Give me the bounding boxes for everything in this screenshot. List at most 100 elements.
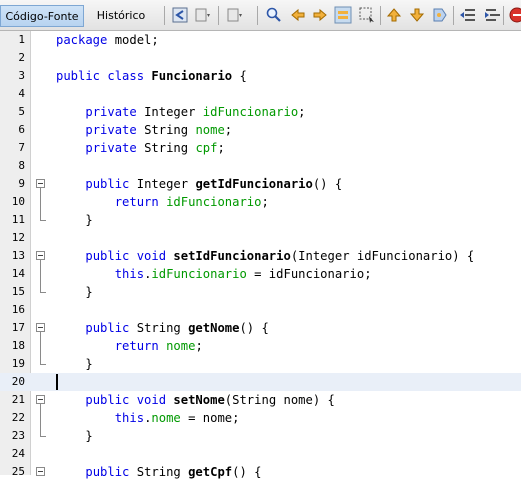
code-line[interactable]: 14 this.idFuncionario = idFuncionario; <box>0 265 521 283</box>
code-token-plain: ; <box>261 195 269 209</box>
code-line[interactable]: 6 private String nome; <box>0 121 521 139</box>
code-line[interactable]: 11 } <box>0 211 521 229</box>
code-token-field: nome <box>166 339 196 353</box>
toolbar-separator <box>218 6 219 25</box>
code-token-keyword: this <box>114 411 145 425</box>
code-line[interactable]: 24 <box>0 445 521 463</box>
code-line[interactable]: 25 public String getCpf() { <box>0 463 521 481</box>
stop-macro-icon[interactable] <box>508 6 521 24</box>
line-number: 20 <box>11 375 25 388</box>
code-text: public class Funcionario { <box>56 67 247 85</box>
fold-end-marker <box>40 436 46 437</box>
code-line[interactable]: 22 this.nome = nome; <box>0 409 521 427</box>
code-token-plain: } <box>56 285 93 299</box>
code-token-keyword: public class <box>56 69 145 83</box>
forward-edit-icon[interactable] <box>226 6 244 24</box>
search-icon[interactable] <box>265 6 283 24</box>
code-text: this.idFuncionario = idFuncionario; <box>56 265 372 283</box>
toolbar-separator <box>453 6 454 25</box>
find-next-icon[interactable] <box>311 6 329 24</box>
code-token-keyword: public void <box>85 393 167 407</box>
toggle-highlight-icon[interactable] <box>334 6 352 24</box>
code-line[interactable]: 1 package model; <box>0 31 521 49</box>
fold-toggle-icon[interactable] <box>36 179 45 188</box>
toolbar-separator <box>164 6 165 25</box>
code-line[interactable]: 19 } <box>0 355 521 373</box>
code-token-plain: = idFuncionario; <box>246 267 372 281</box>
toggle-bookmark-icon[interactable] <box>431 6 449 24</box>
code-token-keyword: package <box>56 33 108 47</box>
code-line[interactable]: 4 <box>0 85 521 103</box>
tab-source[interactable]: Código-Fonte <box>0 5 84 27</box>
fold-end-marker <box>40 364 46 365</box>
shift-left-icon[interactable] <box>459 6 477 24</box>
line-number: 2 <box>18 51 25 64</box>
code-token-keyword: public void <box>85 249 167 263</box>
line-number: 5 <box>18 105 25 118</box>
code-line[interactable]: 21 public void setNome(String nome) { <box>0 391 521 409</box>
code-token-field: idFuncionario <box>151 267 247 281</box>
code-line[interactable]: 12 <box>0 229 521 247</box>
code-token-identifier: getCpf <box>188 465 233 479</box>
shift-right-icon[interactable] <box>484 6 502 24</box>
code-text: private String nome; <box>56 121 232 139</box>
code-line[interactable]: 23 } <box>0 427 521 445</box>
fold-toggle-icon[interactable] <box>36 323 45 332</box>
code-token-plain: { <box>232 69 247 83</box>
next-bookmark-icon[interactable] <box>408 6 426 24</box>
code-token-plain: } <box>56 213 93 227</box>
text-caret <box>56 374 58 390</box>
prev-bookmark-icon[interactable] <box>385 6 403 24</box>
code-line[interactable]: 13 public void setIdFuncionario(Integer … <box>0 247 521 265</box>
fold-toggle-icon[interactable] <box>36 395 45 404</box>
line-number: 7 <box>18 141 25 154</box>
back-history-icon[interactable] <box>171 6 189 24</box>
line-number: 24 <box>11 447 25 460</box>
code-token-keyword: public <box>85 177 130 191</box>
code-line[interactable]: 17 public String getNome() { <box>0 319 521 337</box>
code-token-plain: ; <box>217 141 225 155</box>
code-line[interactable]: 2 <box>0 49 521 67</box>
code-token-identifier: Funcionario <box>151 69 233 83</box>
line-number: 23 <box>11 429 25 442</box>
line-number: 14 <box>11 267 25 280</box>
fold-guide-line <box>40 404 41 436</box>
find-selection-icon[interactable] <box>358 6 376 24</box>
code-text: public void setIdFuncionario(Integer idF… <box>56 247 474 265</box>
code-token-plain: Integer <box>129 177 196 191</box>
code-line[interactable]: 8 <box>0 157 521 175</box>
code-line[interactable]: 9 public Integer getIdFuncionario() { <box>0 175 521 193</box>
code-text: } <box>56 283 93 301</box>
code-token-identifier: getNome <box>188 321 240 335</box>
toolbar-separator <box>257 6 258 25</box>
code-token-keyword: return <box>114 195 159 209</box>
fold-toggle-icon[interactable] <box>36 251 45 260</box>
fold-guide-line <box>40 332 41 364</box>
line-number: 12 <box>11 231 25 244</box>
code-line[interactable]: 7 private String cpf; <box>0 139 521 157</box>
code-line[interactable]: 5 private Integer idFuncionario; <box>0 103 521 121</box>
code-line[interactable]: 16 <box>0 301 521 319</box>
last-edit-icon[interactable] <box>194 6 212 24</box>
code-line[interactable]: 20 <box>0 373 521 391</box>
code-line[interactable]: 10 return idFuncionario; <box>0 193 521 211</box>
code-token-plain: model; <box>107 33 159 47</box>
code-token-plain: = nome; <box>180 411 240 425</box>
code-line[interactable]: 15 } <box>0 283 521 301</box>
code-editor[interactable]: 1 package model; 2 3 public class Funcionari… <box>0 31 521 479</box>
code-line[interactable]: 3 public class Funcionario { <box>0 67 521 85</box>
find-previous-icon[interactable] <box>289 6 307 24</box>
tab-history[interactable]: Histórico <box>86 5 156 27</box>
code-token-plain: String <box>129 321 189 335</box>
code-line[interactable]: 18 return nome; <box>0 337 521 355</box>
code-token-keyword: private <box>85 105 137 119</box>
